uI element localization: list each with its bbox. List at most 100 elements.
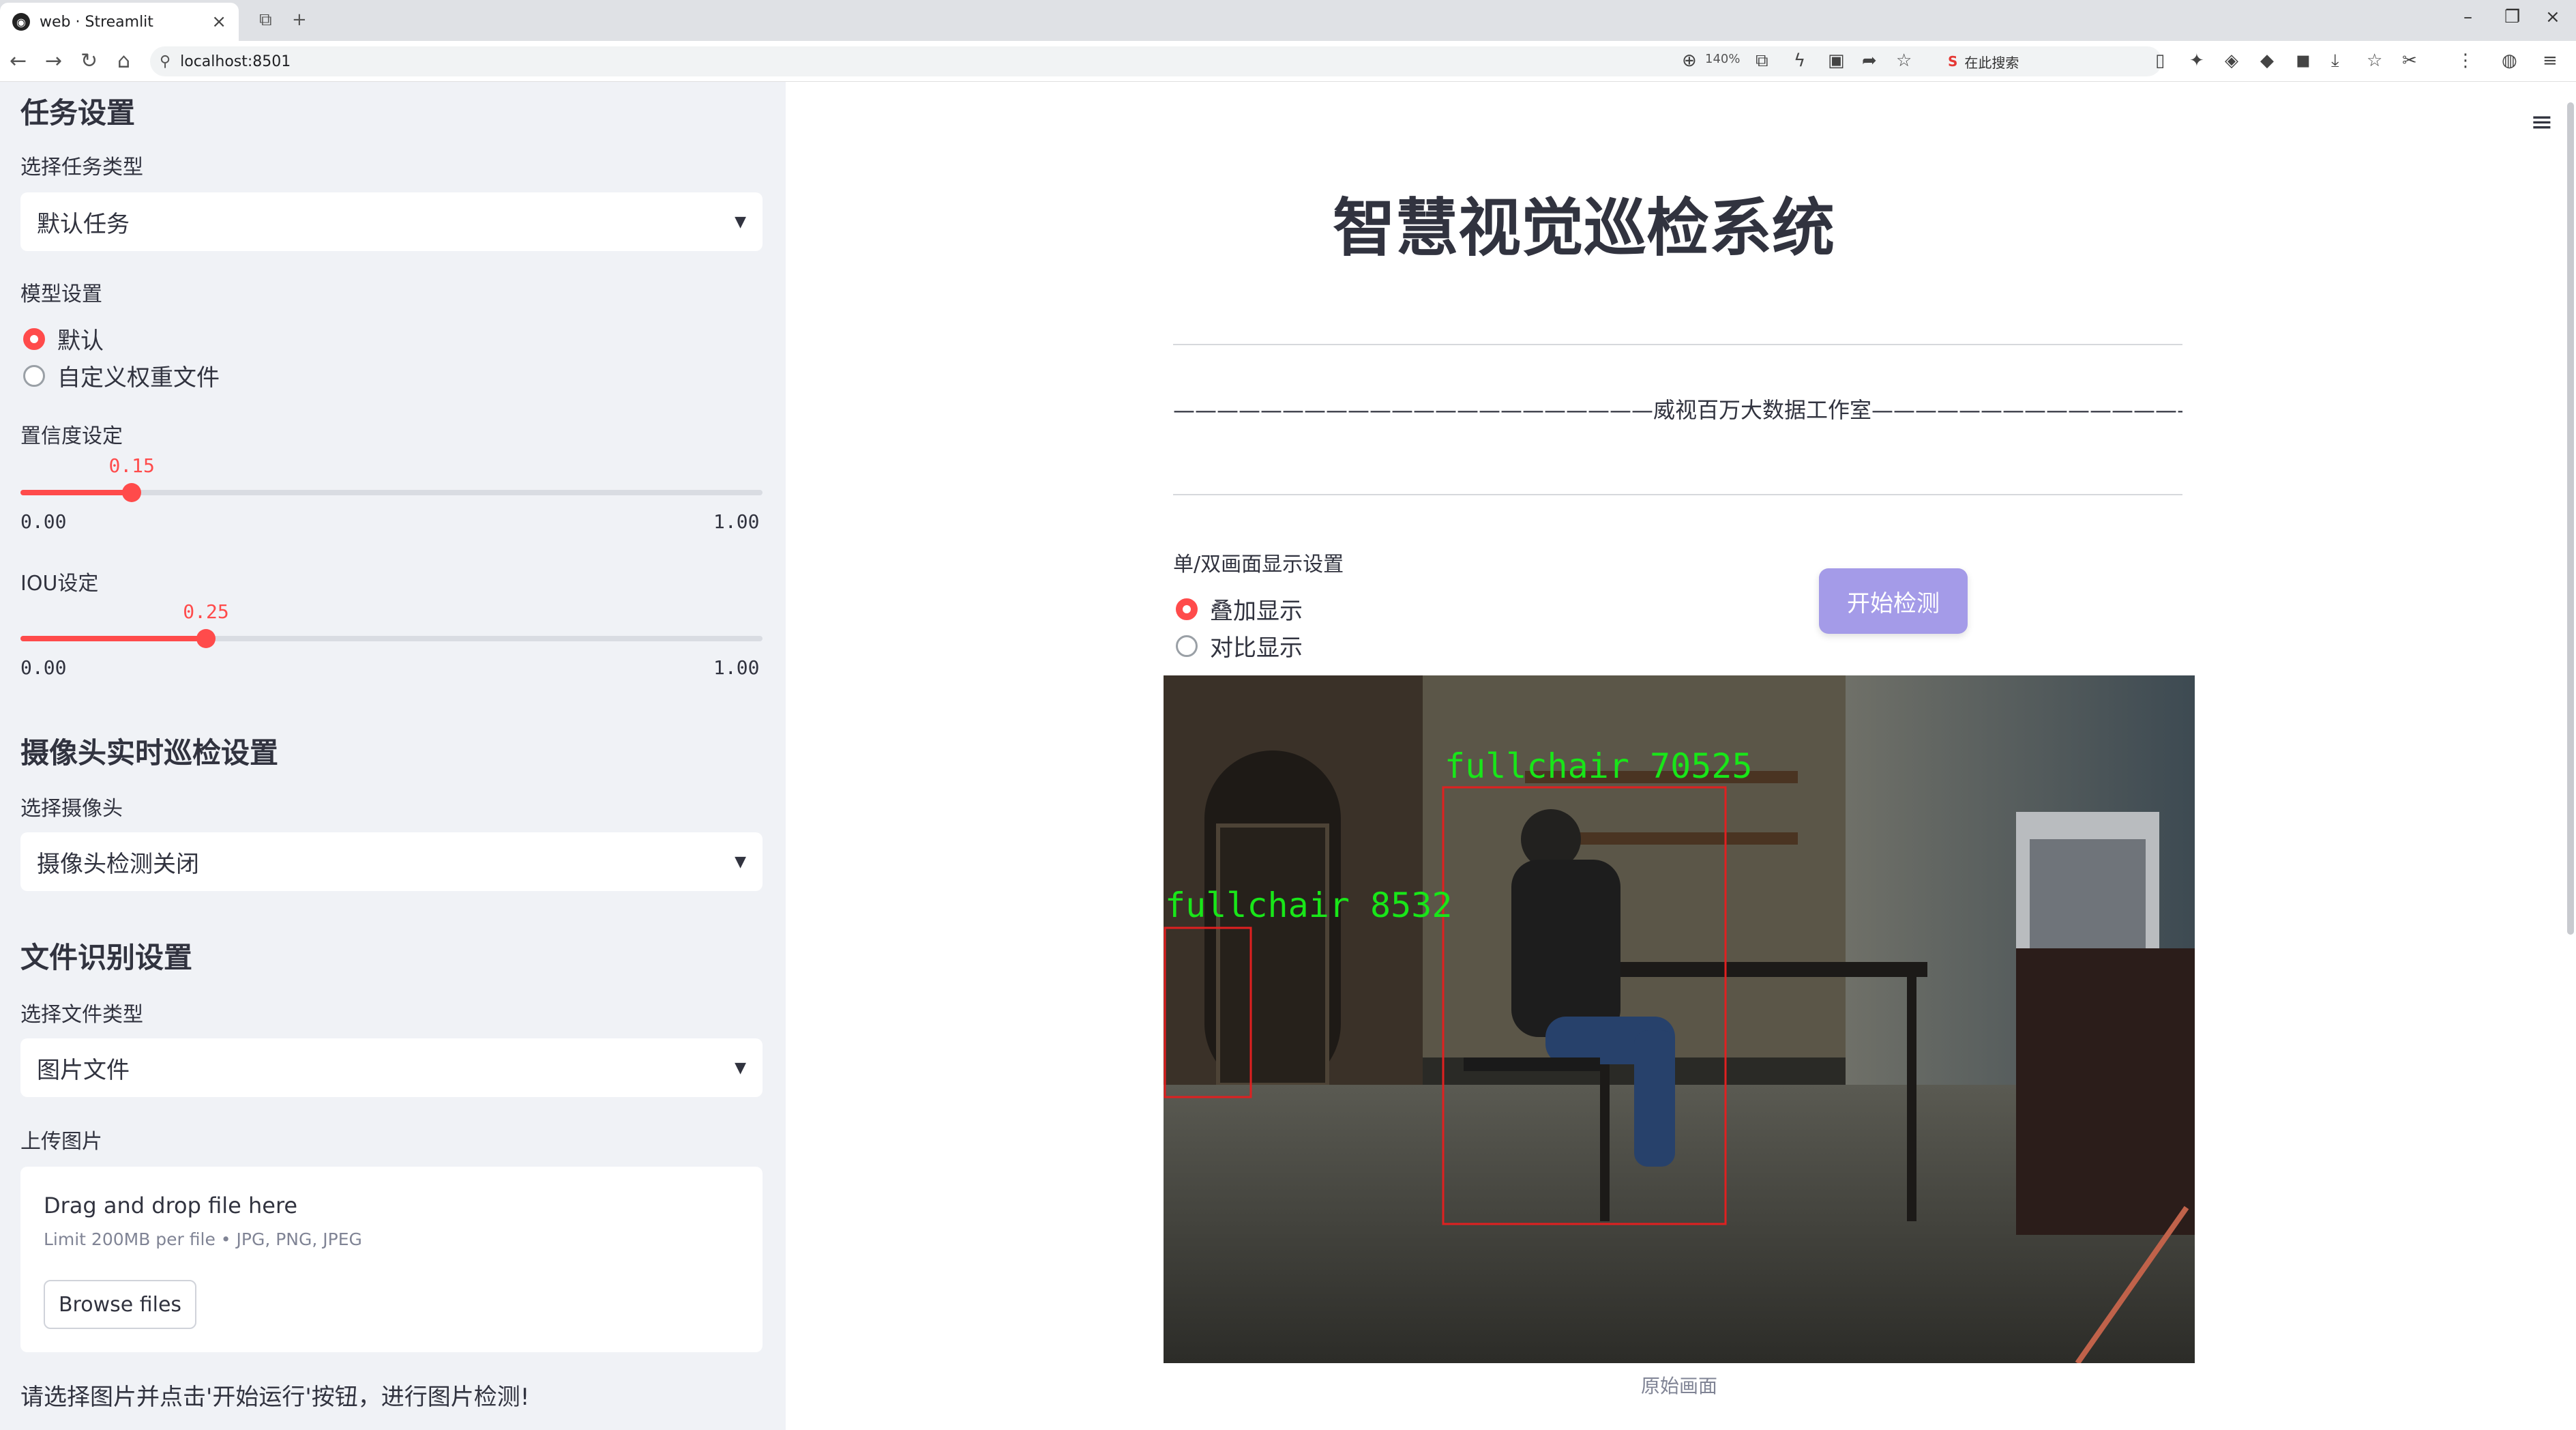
task-type-select[interactable]: 默认任务 ▼ (20, 192, 763, 251)
upload-label: 上传图片 (20, 1130, 102, 1154)
zoom-level: 140% (1705, 52, 1741, 66)
scene-person-shins (1634, 1030, 1675, 1167)
iou-slider-handle[interactable] (196, 629, 216, 648)
more-icon[interactable]: ⋮ (2457, 50, 2474, 71)
task-type-label: 选择任务类型 (20, 156, 143, 179)
new-tab-icon[interactable]: + (292, 10, 307, 30)
translate-icon[interactable]: ⧉ (1756, 50, 1768, 72)
scene-table (1586, 962, 1927, 977)
search-placeholder: 在此搜索 (1964, 54, 2019, 71)
extension4-icon[interactable]: ◼ (2296, 50, 2311, 71)
camera-value: 摄像头检测关闭 (37, 850, 199, 878)
model-option-label: 默认 (57, 327, 104, 355)
iou-max: 1.00 (713, 656, 760, 679)
restore-icon[interactable]: ❐ (2504, 7, 2520, 27)
minimize-icon[interactable]: – (2463, 7, 2472, 27)
download-icon[interactable]: ⤓ (2331, 50, 2339, 72)
model-option-custom[interactable]: 自定义权重文件 (23, 359, 220, 392)
file-type-select[interactable]: 图片文件 ▼ (20, 1038, 763, 1097)
chevron-down-icon: ▼ (735, 213, 746, 231)
display-option-compare[interactable]: 对比显示 (1176, 629, 1303, 662)
phone-icon[interactable]: ▯ (2155, 50, 2165, 71)
lightning-icon[interactable]: ϟ (1794, 50, 1805, 71)
search-engine-icon: S (1948, 53, 1958, 70)
radio-selected-icon (23, 327, 45, 350)
image-caption: 原始画面 (1640, 1375, 1717, 1397)
radio-unselected-icon (1176, 634, 1198, 657)
close-window-icon[interactable]: × (2545, 7, 2560, 27)
search-box[interactable]: S 在此搜索 (1937, 48, 2142, 75)
divider-bottom (1173, 494, 2182, 495)
hamburger-menu-icon[interactable]: ≡ (2530, 106, 2553, 138)
browser-tabbar: ◉ web · Streamlit × ⧉ + – ❐ × (0, 0, 2576, 41)
scene-chair-seat (1464, 1057, 1600, 1071)
task-type-value: 默认任务 (37, 210, 130, 238)
scene-door-panel (1216, 823, 1329, 1087)
site-info-icon: ⚲ (160, 53, 171, 70)
sidebar-note: 请选择图片并点击'开始运行'按钮，进行图片检测! (20, 1384, 530, 1411)
reload-icon[interactable]: ↻ (80, 49, 98, 73)
divider-top (1173, 344, 2182, 345)
bookmark-star-icon[interactable]: ☆ (2367, 50, 2382, 71)
home-icon[interactable]: ⌂ (117, 49, 130, 73)
confidence-slider[interactable] (20, 483, 763, 502)
scene-table-leg (1907, 976, 1916, 1221)
extension3-icon[interactable]: ◆ (2260, 50, 2274, 71)
upload-drag-text: Drag and drop file here (44, 1193, 298, 1219)
file-uploader-dropzone[interactable]: Drag and drop file here Limit 200MB per … (20, 1167, 763, 1352)
chevron-down-icon: ▼ (735, 1059, 746, 1077)
display-option-label: 叠加显示 (1210, 598, 1303, 625)
file-type-label: 选择文件类型 (20, 1003, 143, 1027)
iou-label: IOU设定 (20, 572, 99, 596)
iou-slider-fill (20, 636, 206, 641)
iou-value: 0.25 (183, 600, 229, 623)
menu-icon[interactable]: ≡ (2543, 50, 2558, 71)
favorite-star-icon[interactable]: ☆ (1896, 50, 1912, 71)
radio-unselected-icon (23, 364, 45, 387)
camera-select[interactable]: 摄像头检测关闭 ▼ (20, 832, 763, 891)
share-icon[interactable]: ➦ (1862, 50, 1877, 71)
tab-close-icon[interactable]: × (211, 12, 226, 32)
display-option-overlay[interactable]: 叠加显示 (1176, 592, 1303, 626)
back-icon[interactable]: ← (10, 49, 27, 73)
browse-files-button[interactable]: Browse files (44, 1280, 196, 1329)
confidence-max: 1.00 (713, 510, 760, 533)
scene-bag (2016, 948, 2195, 1235)
sidebar: 任务设置 选择任务类型 默认任务 ▼ 模型设置 默认 自定义权重文件 置信度设定… (0, 82, 786, 1430)
chevron-down-icon: ▼ (735, 853, 746, 871)
file-section-title: 文件识别设置 (20, 941, 193, 974)
url-bar[interactable]: ⚲ localhost:8501 (150, 46, 2162, 76)
browser-tab[interactable]: ◉ web · Streamlit × (0, 3, 239, 41)
start-detection-button[interactable]: 开始检测 (1819, 568, 1968, 634)
forward-icon[interactable]: → (45, 49, 62, 73)
confidence-slider-fill (20, 490, 132, 495)
scissors-icon[interactable]: ✂ (2402, 50, 2417, 71)
detection-label-2: fullchair 8532 (1165, 886, 1452, 925)
main-scrollbar[interactable] (2567, 102, 2574, 935)
streamlit-favicon-icon: ◉ (12, 13, 30, 31)
tab-title: web · Streamlit (40, 13, 153, 31)
camera-label: 选择摄像头 (20, 797, 123, 821)
confidence-min: 0.00 (20, 510, 67, 533)
file-type-value: 图片文件 (37, 1056, 130, 1084)
zoom-icon[interactable]: ⊕ (1682, 50, 1697, 71)
model-option-default[interactable]: 默认 (23, 322, 104, 355)
extension-icon[interactable]: ✦ (2189, 50, 2204, 71)
url-text: localhost:8501 (180, 53, 291, 70)
profile-avatar-icon[interactable]: ◍ (2502, 50, 2517, 71)
iou-min: 0.00 (20, 656, 67, 679)
display-mode-label: 单/双画面显示设置 (1173, 553, 1344, 577)
screenshot-icon[interactable]: ▣ (1828, 50, 1845, 71)
task-section-title: 任务设置 (20, 96, 136, 130)
confidence-label: 置信度设定 (20, 424, 123, 448)
confidence-slider-handle[interactable] (122, 483, 142, 502)
tab-groups-icon[interactable]: ⧉ (259, 10, 272, 31)
iou-slider[interactable] (20, 629, 763, 648)
confidence-value: 0.15 (108, 454, 155, 477)
browser-toolbar: ← → ↻ ⌂ ⚲ localhost:8501 ⊕ 140% ⧉ ϟ ▣ ➦ … (0, 41, 2576, 82)
detection-label-1: fullchair 70525 (1445, 746, 1753, 786)
extension2-icon[interactable]: ◈ (2225, 50, 2238, 71)
page-title: 智慧视觉巡检系统 (1332, 192, 1835, 265)
scene-back-wall (1423, 675, 1859, 1057)
app-window: ◉ web · Streamlit × ⧉ + – ❐ × ← → ↻ ⌂ ⚲ … (0, 0, 2576, 1430)
